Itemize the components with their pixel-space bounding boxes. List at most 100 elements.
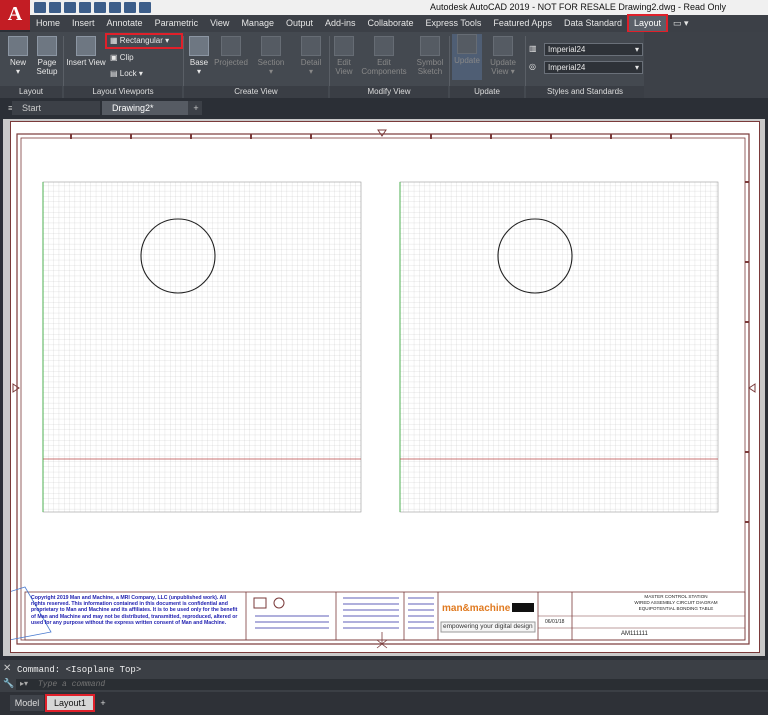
page-setup-icon: [37, 36, 57, 56]
brand-logo: man&machine: [442, 603, 511, 614]
panel-title-styles-and-standards: Styles and Standards: [526, 86, 644, 98]
symbol-sketch-button[interactable]: Symbol Sketch: [414, 36, 446, 76]
edit-view-icon: [334, 36, 354, 56]
quick-access-toolbar: [34, 1, 151, 14]
divider: [449, 36, 450, 86]
chevron-down-icon: ▾: [634, 63, 639, 72]
insert-view-icon: [76, 36, 96, 56]
projected-view-icon: [221, 36, 241, 56]
tab-parametric[interactable]: Parametric: [149, 15, 205, 32]
center-mark-left: [12, 383, 20, 393]
ribbon-display-toggle[interactable]: ▭ ▾: [667, 15, 695, 32]
brand-tagline: empowering your digital design: [443, 623, 533, 630]
tab-model[interactable]: Model: [10, 695, 44, 711]
drawing-canvas[interactable]: Copyright 2019 Man and Machine, a MRI Co…: [3, 119, 765, 656]
tab-manage[interactable]: Manage: [235, 15, 280, 32]
layout-drawing: [11, 129, 756, 649]
save-icon[interactable]: [64, 2, 76, 13]
center-mark-top: [377, 129, 387, 137]
section-view-icon: [261, 36, 281, 56]
detail-style-dropdown[interactable]: Imperial24 ▾: [544, 61, 643, 74]
divider: [183, 36, 184, 86]
projected-view-button[interactable]: Projected: [214, 36, 248, 67]
panel-title-modify-view: Modify View: [330, 86, 448, 98]
open-file-icon[interactable]: [49, 2, 61, 13]
clip-icon: ▣: [110, 53, 120, 62]
section-view-button[interactable]: Section ▾: [256, 36, 286, 76]
tab-express-tools[interactable]: Express Tools: [420, 15, 488, 32]
window-title: Autodesk AutoCAD 2019 - NOT FOR RESALE D…: [430, 2, 726, 12]
symbol-sketch-icon: [420, 36, 440, 56]
command-history: Command: <Isoplane Top>: [17, 665, 142, 675]
viewport-right[interactable]: [399, 181, 719, 513]
new-layout-button[interactable]: New ▾: [5, 36, 31, 76]
title-bar: Autodesk AutoCAD 2019 - NOT FOR RESALE D…: [0, 0, 768, 15]
drawing-number: AM111111: [621, 631, 648, 637]
tab-layout1[interactable]: Layout1: [45, 694, 95, 712]
new-file-icon[interactable]: [34, 2, 46, 13]
divider: [525, 36, 526, 86]
panel-title-layout-viewports: Layout Viewports: [64, 86, 182, 98]
section-style-icon: ▥: [529, 44, 537, 53]
insert-view-button[interactable]: Insert View: [66, 36, 106, 67]
base-view-icon: [189, 36, 209, 56]
new-tab-button[interactable]: +: [188, 101, 202, 115]
command-prompt-icon: ▸▾: [20, 679, 29, 688]
command-line: ✕ 🔧 Command: <Isoplane Top> ▸▾: [0, 660, 768, 692]
tab-insert[interactable]: Insert: [66, 15, 101, 32]
section-style-dropdown[interactable]: Imperial24 ▾: [544, 43, 643, 56]
file-tabs-menu-icon[interactable]: ≡: [4, 101, 13, 115]
tab-featured-apps[interactable]: Featured Apps: [487, 15, 558, 32]
command-input[interactable]: [16, 679, 768, 690]
redo-icon[interactable]: [139, 2, 151, 13]
tab-start[interactable]: Start: [12, 101, 100, 115]
tab-home[interactable]: Home: [30, 15, 66, 32]
edit-view-button[interactable]: Edit View: [332, 36, 356, 76]
social-icons: [512, 603, 534, 612]
web-mobile-icon[interactable]: [94, 2, 106, 13]
divider: [329, 36, 330, 86]
base-view-button[interactable]: Base ▾: [186, 36, 212, 76]
panel-title-update: Update: [450, 86, 524, 98]
customize-icon[interactable]: 🔧: [3, 678, 14, 689]
tab-layout[interactable]: Layout: [626, 14, 669, 33]
close-icon[interactable]: ✕: [3, 663, 11, 674]
tab-collaborate[interactable]: Collaborate: [362, 15, 420, 32]
drawing-date: 06/01/18: [545, 619, 565, 625]
panel-title-layout: Layout: [0, 86, 62, 98]
edit-components-icon: [374, 36, 394, 56]
ribbon-panel: New ▾ Page Setup Layout Insert View ▦ Rec…: [0, 32, 768, 98]
ribbon-tab-bar: Home Insert Annotate Parametric View Man…: [30, 14, 768, 33]
viewport-left[interactable]: [42, 181, 362, 513]
tab-view[interactable]: View: [204, 15, 235, 32]
divider: [63, 36, 64, 86]
detail-view-button[interactable]: Detail ▾: [296, 36, 326, 76]
detail-style-icon: ◎: [529, 62, 536, 71]
rectangular-viewport-button[interactable]: ▦ Rectangular ▾: [105, 33, 183, 49]
clip-button[interactable]: ▣ Clip: [110, 53, 134, 62]
ribbon-empty-area: [644, 32, 768, 98]
tab-output[interactable]: Output: [280, 15, 319, 32]
edit-components-button[interactable]: Edit Components: [358, 36, 410, 76]
auto-update-icon: [493, 36, 513, 56]
auto-update-button[interactable]: Update View ▾: [486, 36, 520, 76]
tab-add-ins[interactable]: Add-ins: [319, 15, 362, 32]
paper-sheet: Copyright 2019 Man and Machine, a MRI Co…: [10, 121, 760, 653]
update-view-button[interactable]: Update: [452, 34, 482, 80]
drawing-title: MASTER CONTROL STATION WIRED ASSEMBLY CI…: [634, 594, 718, 611]
rectangle-viewport-icon: ▦: [110, 36, 120, 45]
plot-icon[interactable]: [109, 2, 121, 13]
application-menu-button[interactable]: A: [0, 0, 30, 30]
save-as-icon[interactable]: [79, 2, 91, 13]
tab-drawing2[interactable]: Drawing2*: [102, 101, 188, 115]
tab-data-standard[interactable]: Data Standard: [558, 15, 628, 32]
page-setup-button[interactable]: Page Setup: [33, 36, 61, 76]
lock-button[interactable]: ▤ Lock ▾: [110, 69, 143, 78]
lock-icon: ▤: [110, 69, 120, 78]
center-mark-right: [748, 383, 756, 393]
undo-icon[interactable]: [124, 2, 136, 13]
panel-title-create-view: Create View: [184, 86, 328, 98]
tab-annotate[interactable]: Annotate: [101, 15, 149, 32]
document-tab-bar: ≡ Start Drawing2* +: [0, 100, 768, 116]
add-layout-button[interactable]: +: [96, 695, 110, 711]
